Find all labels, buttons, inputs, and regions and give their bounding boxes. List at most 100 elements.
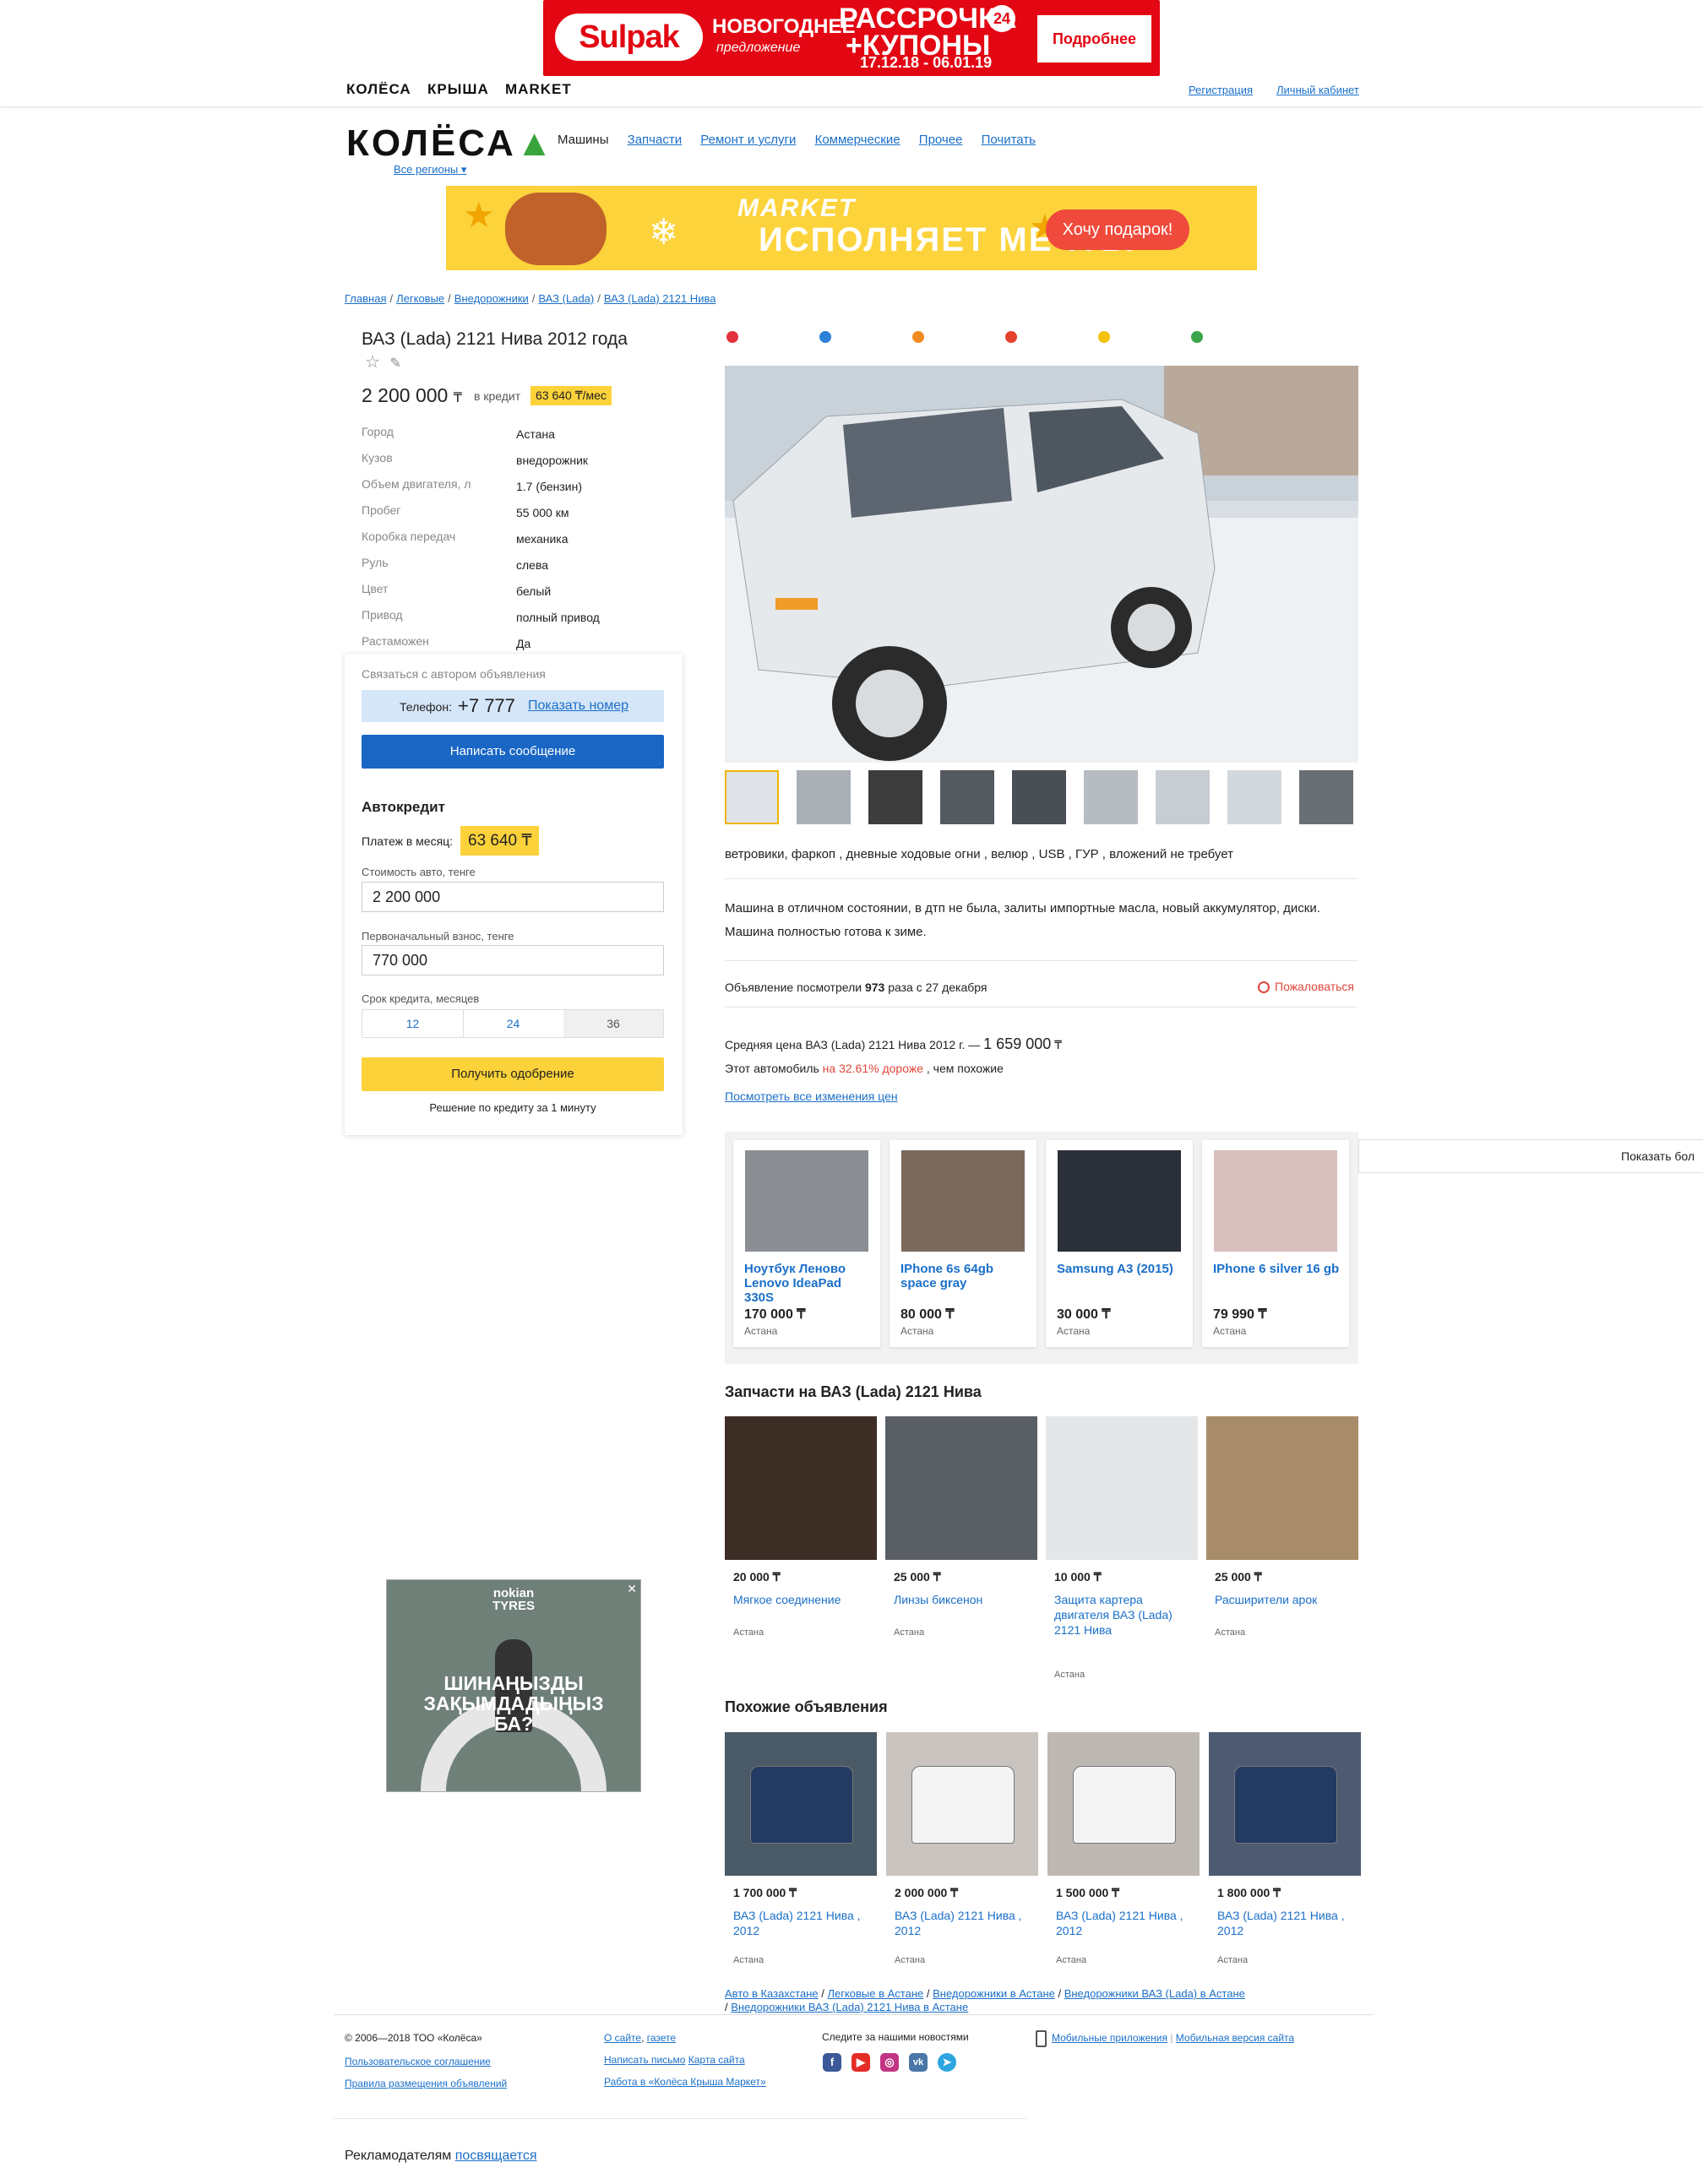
close-icon[interactable]: ✕ [627, 1582, 637, 1596]
write-letter-link[interactable]: Написать письмо [604, 2054, 685, 2066]
agreement-link[interactable]: Пользовательское соглашение [345, 2056, 491, 2067]
market-item-name[interactable]: Samsung A3 (2015) [1057, 1262, 1183, 1276]
share-whatsapp-icon[interactable] [1191, 331, 1203, 343]
phone-number: +7 777 [458, 695, 515, 716]
site-logo[interactable]: КОЛЁСА▲ [346, 122, 555, 165]
similar-name[interactable]: ВАЗ (Lada) 2121 Нива , 2012 [733, 1908, 868, 1938]
ad-more-button[interactable]: Подробнее [1037, 15, 1151, 62]
bottom-crumb-5[interactable]: Внедорожники ВАЗ (Lada) 2121 Нива в Аста… [731, 2001, 968, 2013]
edit-note-icon[interactable]: ✎ [390, 356, 401, 371]
market-item-name[interactable]: IPhone 6 silver 16 gb [1213, 1262, 1340, 1276]
market-item-name[interactable]: IPhone 6s 64gb space gray [900, 1262, 1027, 1290]
part-name[interactable]: Расширители арок [1215, 1592, 1350, 1607]
crumb-home[interactable]: Главная [345, 292, 386, 305]
nav-read[interactable]: Почитать [982, 133, 1036, 147]
photo-thumbnail[interactable] [1084, 770, 1138, 824]
market-card[interactable]: Ноутбук Леново Lenovo IdeaPad 330S 170 00… [733, 1140, 880, 1347]
market-card[interactable]: Samsung A3 (2015) 30 000 ₸ Астана [1046, 1140, 1193, 1347]
advertisers-link[interactable]: посвящается [455, 2149, 537, 2163]
share-star-icon[interactable] [1098, 331, 1110, 343]
brand-market-link[interactable]: MARKET [505, 81, 572, 98]
market-banner-button[interactable]: Хочу подарок! [1046, 209, 1189, 250]
photo-thumbnail[interactable] [940, 770, 994, 824]
photo-thumbnail[interactable] [797, 770, 851, 824]
nokian-ad[interactable]: nokian TYRES ШИНАҢЫЗДЫ ЗАҚЫМДАДЫҢЫЗ БА? … [386, 1579, 641, 1792]
mobile-version-link[interactable]: Мобильная версия сайта [1176, 2032, 1294, 2044]
crumb-suv[interactable]: Внедорожники [454, 292, 529, 305]
star-icon: ★ [463, 195, 495, 235]
part-name[interactable]: Защита картера двигателя ВАЗ (Lada) 2121… [1054, 1592, 1189, 1638]
term-24-option[interactable]: 24 [463, 1010, 564, 1037]
share-telegram-icon[interactable] [819, 331, 831, 343]
similar-name[interactable]: ВАЗ (Lada) 2121 Нива , 2012 [1217, 1908, 1352, 1938]
spec-row: Пробег 55 000 км [362, 503, 674, 530]
bottom-crumb-1[interactable]: Авто в Казахстане [725, 1987, 819, 2000]
show-more-button[interactable]: Показать бол [1358, 1139, 1703, 1173]
mobile-links: Мобильные приложения | Мобильная версия … [1036, 2030, 1294, 2047]
similar-name[interactable]: ВАЗ (Lada) 2121 Нива , 2012 [895, 1908, 1030, 1938]
newspaper-link[interactable]: газете [647, 2032, 676, 2044]
credit-monthly-badge[interactable]: 63 640 ₸/мес [530, 386, 612, 405]
cabinet-link[interactable]: Личный кабинет [1276, 84, 1359, 96]
share-ok-icon[interactable] [912, 331, 924, 343]
show-number-link[interactable]: Показать номер [528, 698, 628, 714]
description-text: Машина в отличном состоянии, в дтп не бы… [725, 897, 1358, 944]
market-card[interactable]: IPhone 6 silver 16 gb 79 990 ₸ Астана [1202, 1140, 1349, 1347]
photo-thumbnail[interactable] [868, 770, 922, 824]
part-name[interactable]: Линзы биксенон [894, 1592, 1029, 1607]
nav-other[interactable]: Прочее [919, 133, 963, 147]
market-item-name[interactable]: Ноутбук Леново Lenovo IdeaPad 330S [744, 1262, 871, 1305]
bottom-crumb-2[interactable]: Легковые в Астане [827, 1987, 923, 2000]
crumb-model[interactable]: ВАЗ (Lada) 2121 Нива [604, 292, 716, 305]
share-youtube-icon[interactable] [726, 331, 738, 343]
part-image [1046, 1416, 1198, 1560]
part-price: 25 000 ₸ [894, 1570, 941, 1584]
photo-thumbnail[interactable] [1227, 770, 1281, 824]
main-car-photo[interactable] [725, 366, 1358, 763]
photo-thumbnail[interactable] [725, 770, 779, 824]
market-card[interactable]: IPhone 6s 64gb space gray 80 000 ₸ Астана [890, 1140, 1036, 1347]
facebook-icon[interactable]: f [823, 2053, 841, 2072]
apps-link[interactable]: Мобильные приложения [1052, 2032, 1167, 2044]
down-payment-input[interactable]: 770 000 [362, 945, 664, 975]
main-nav: Машины Запчасти Ремонт и услуги Коммерче… [558, 133, 1051, 147]
star-outline-icon[interactable]: ☆ [365, 353, 380, 372]
brand-krysha-link[interactable]: КРЫША [427, 81, 489, 98]
market-banner-ad[interactable]: ★ ✦ ❄ MARKET ИСПОЛНЯЕТ МЕЧТЫ ★ Хочу пода… [446, 186, 1257, 270]
nav-repair[interactable]: Ремонт и услуги [700, 133, 796, 147]
photo-thumbnail[interactable] [1299, 770, 1353, 824]
region-selector[interactable]: Все регионы ▾ [394, 163, 466, 177]
jobs-link[interactable]: Работа в «Колёса Крыша Маркет» [604, 2076, 766, 2088]
term-12-option[interactable]: 12 [362, 1010, 464, 1037]
vk-icon[interactable]: vk [909, 2053, 928, 2072]
bottom-crumb-3[interactable]: Внедорожники в Астане [933, 1987, 1055, 2000]
about-link[interactable]: О сайте [604, 2032, 641, 2044]
price-history-link[interactable]: Посмотреть все изменения цен [725, 1089, 898, 1103]
nav-commercial[interactable]: Коммерческие [815, 133, 900, 147]
share-fire-icon[interactable] [1005, 331, 1017, 343]
telegram-icon[interactable]: ➤ [938, 2053, 956, 2072]
photo-thumbnail[interactable] [1012, 770, 1066, 824]
car-cost-input[interactable]: 2 200 000 [362, 882, 664, 912]
write-message-button[interactable]: Написать сообщение [362, 735, 664, 769]
register-link[interactable]: Регистрация [1189, 84, 1253, 96]
sulpak-banner-ad[interactable]: Sulpak НОВОГОДНЕЕ предложение РАССРОЧКА … [543, 0, 1160, 76]
complain-link[interactable]: Пожаловаться [1258, 980, 1354, 994]
similar-name[interactable]: ВАЗ (Lada) 2121 Нива , 2012 [1056, 1908, 1191, 1938]
spec-value: Да [516, 637, 531, 650]
follow-label: Следите за нашими новостями [822, 2031, 969, 2043]
crumb-cars[interactable]: Легковые [396, 292, 444, 305]
sitemap-link[interactable]: Карта сайта [688, 2054, 745, 2066]
crumb-brand[interactable]: ВАЗ (Lada) [538, 292, 594, 305]
instagram-icon[interactable]: ◎ [880, 2053, 899, 2072]
rules-link[interactable]: Правила размещения объявлений [345, 2078, 507, 2089]
nav-cars[interactable]: Машины [558, 133, 608, 147]
get-approval-button[interactable]: Получить одобрение [362, 1057, 664, 1091]
photo-thumbnail[interactable] [1156, 770, 1210, 824]
part-name[interactable]: Мягкое соединение [733, 1592, 868, 1607]
bottom-crumb-4[interactable]: Внедорожники ВАЗ (Lada) в Астане [1064, 1987, 1245, 2000]
brand-kolesa-link[interactable]: КОЛЁСА [346, 81, 411, 98]
term-36-option[interactable]: 36 [563, 1010, 663, 1037]
youtube-icon[interactable]: ▶ [852, 2053, 870, 2072]
nav-parts[interactable]: Запчасти [628, 133, 682, 147]
